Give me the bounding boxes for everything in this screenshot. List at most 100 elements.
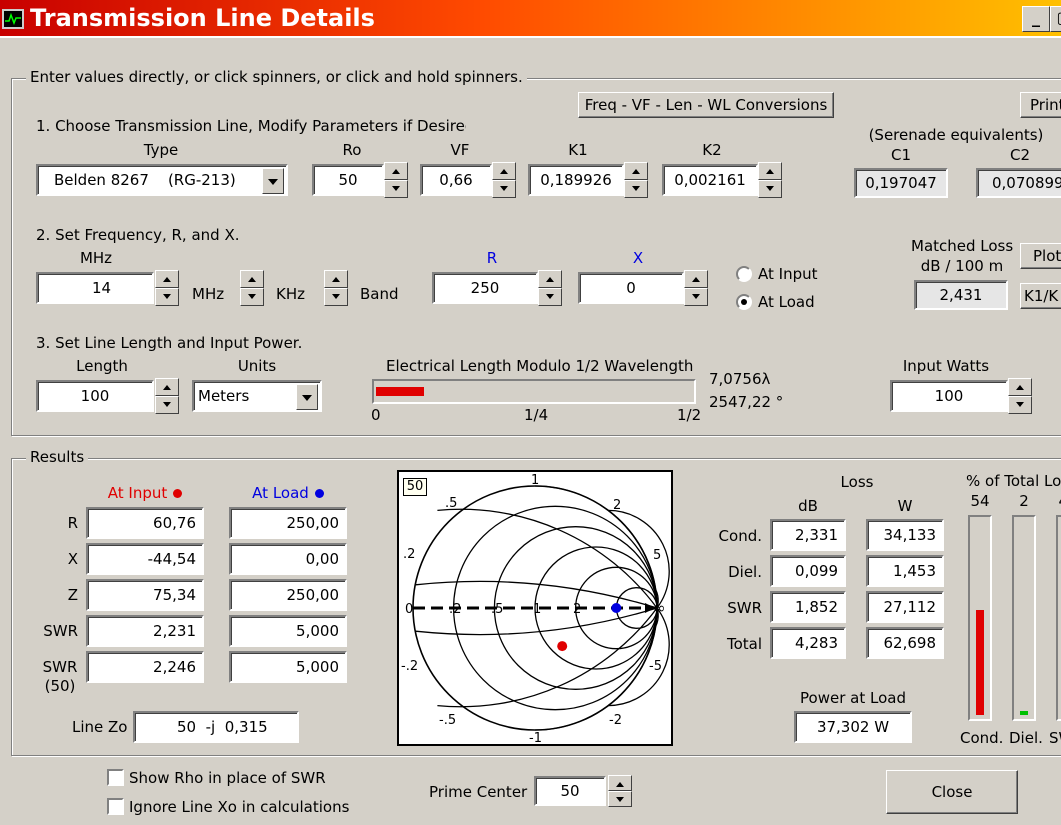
total-loss-w: 62,698 (866, 627, 944, 659)
wavelengths-value: 7,0756λ (709, 370, 771, 388)
diel-pct-value: 2 (1019, 492, 1029, 510)
close-button[interactable]: Close (886, 770, 1018, 814)
x-row-label: X (67, 550, 78, 568)
k1-input[interactable]: 0,189926 (528, 164, 624, 196)
ignore-xo-label[interactable]: Ignore Line Xo in calculations (129, 798, 349, 816)
input-watts-label: Input Watts (902, 357, 990, 375)
swr50-load-value: 5,000 (229, 651, 347, 683)
smith-label-two: 2 (573, 602, 581, 617)
total-loss-label: Total (726, 635, 762, 653)
swr-pct-label: SWR (1049, 729, 1061, 747)
show-rho-checkbox[interactable] (107, 769, 124, 786)
input-dot-icon (173, 489, 183, 498)
diel-pct-label: Diel. (1009, 729, 1043, 747)
r-input-value: 60,76 (86, 507, 204, 539)
diel-loss-w: 1,453 (866, 555, 944, 587)
swr-pct-bar (1056, 515, 1061, 721)
matched-loss-value: 2,431 (914, 280, 1008, 310)
chevron-down-icon[interactable] (262, 168, 284, 194)
line-zo-value: 50 -j 0,315 (133, 711, 299, 743)
frequency-input[interactable]: 14 (36, 272, 154, 304)
at-load-radio[interactable] (736, 294, 752, 310)
swr-pct-value: 43 (1052, 492, 1061, 510)
smith-label-one: 1 (533, 602, 541, 617)
loss-w-header: W (897, 497, 913, 515)
x-spinner[interactable] (684, 270, 708, 306)
smith-label-left-point2: .2 (403, 547, 415, 562)
units-select[interactable]: Meters (192, 380, 322, 412)
vf-input[interactable]: 0,66 (420, 164, 492, 196)
k2-spinner[interactable] (758, 162, 782, 198)
z-input-value: 75,34 (86, 579, 204, 611)
line-type-select[interactable]: Belden 8267 (RG-213) (36, 164, 288, 196)
x-input[interactable]: 0 (578, 272, 684, 304)
smith-label-neg5: -5 (649, 659, 662, 674)
cond-pct-bar (968, 515, 992, 721)
x-load-value: 0,00 (229, 543, 347, 575)
loss-db-header: dB (798, 497, 818, 515)
ro-input[interactable]: 50 (312, 164, 384, 196)
r-spinner[interactable] (538, 270, 562, 306)
at-input-radio[interactable] (736, 266, 752, 282)
smith-r02-circle (452, 505, 658, 711)
swr50-input-value: 2,246 (86, 651, 204, 683)
input-watts-spinner[interactable] (1008, 378, 1032, 414)
k2-input[interactable]: 0,002161 (662, 164, 758, 196)
at-load-label[interactable]: At Load (758, 293, 815, 311)
plot-button[interactable]: Plot (1020, 243, 1061, 269)
khz-unit: KHz (276, 285, 305, 303)
units-value: Meters (198, 387, 250, 405)
prime-center-input[interactable]: 50 (534, 776, 606, 806)
length-spinner[interactable] (155, 378, 179, 414)
ro-label: Ro (342, 141, 362, 159)
r-input[interactable]: 250 (432, 272, 538, 304)
units-label: Units (237, 357, 277, 375)
conversions-button[interactable]: Freq - VF - Len - WL Conversions (578, 92, 834, 118)
line-type-value: Belden 8267 (RG-213) (54, 171, 236, 189)
swr-loss-w: 27,112 (866, 591, 944, 623)
pct-title: % of Total Loss (966, 472, 1061, 490)
ro-spinner[interactable] (384, 162, 408, 198)
c1-value: 0,197047 (854, 168, 948, 198)
minimize-button[interactable]: _ (1022, 6, 1050, 32)
restore-button[interactable]: ▢ (1050, 6, 1061, 32)
chevron-down-icon[interactable] (296, 384, 318, 410)
oscilloscope-icon (2, 9, 24, 29)
smith-xm2-arc (608, 607, 670, 707)
mhz-spinner[interactable] (155, 270, 179, 306)
matched-loss-unit: dB / 100 m (920, 257, 1004, 275)
k1-spinner[interactable] (624, 162, 648, 198)
band-spinner[interactable] (324, 270, 348, 306)
input-impedance-point (557, 641, 568, 652)
title-bar[interactable]: Transmission Line Details _ ▢ (0, 0, 1061, 38)
swr-input-value: 2,231 (86, 615, 204, 647)
section1-title: 1. Choose Transmission Line, Modify Para… (36, 117, 466, 135)
print-button[interactable]: Print (1020, 92, 1061, 118)
vf-spinner[interactable] (492, 162, 516, 198)
load-impedance-point (611, 603, 622, 613)
input-watts-input[interactable]: 100 (890, 380, 1008, 412)
ignore-xo-checkbox[interactable] (107, 798, 124, 815)
r-label: R (486, 249, 498, 267)
diel-loss-label: Diel. (728, 563, 762, 581)
cond-pct-label: Cond. (960, 729, 1004, 747)
swr-load-value: 5,000 (229, 615, 347, 647)
c2-value: 0,070899 (976, 168, 1061, 198)
section2-title: 2. Set Frequency, R, and X. (36, 226, 240, 244)
k1-label: K1 (568, 141, 588, 159)
k1k-button[interactable]: K1/K (1020, 283, 1061, 309)
length-input[interactable]: 100 (36, 380, 154, 412)
total-loss-db: 4,283 (770, 627, 846, 659)
khz-spinner[interactable] (240, 270, 264, 306)
z-row-label: Z (67, 586, 78, 604)
smith-chart: 50 1 .5 2 .2 5 0 .2 .5 1 2 ∞ -.2 -5 -.5 … (397, 470, 673, 746)
electrical-length-bar (372, 379, 696, 404)
vf-label: VF (450, 141, 470, 159)
at-input-label[interactable]: At Input (758, 265, 818, 283)
electrical-length-fill (376, 387, 424, 396)
cond-pct-fill (976, 610, 984, 715)
smith-label-neg2: -2 (609, 713, 622, 728)
show-rho-label[interactable]: Show Rho in place of SWR (129, 769, 326, 787)
smith-label-right5: 5 (653, 548, 661, 563)
prime-center-spinner[interactable] (608, 775, 632, 807)
